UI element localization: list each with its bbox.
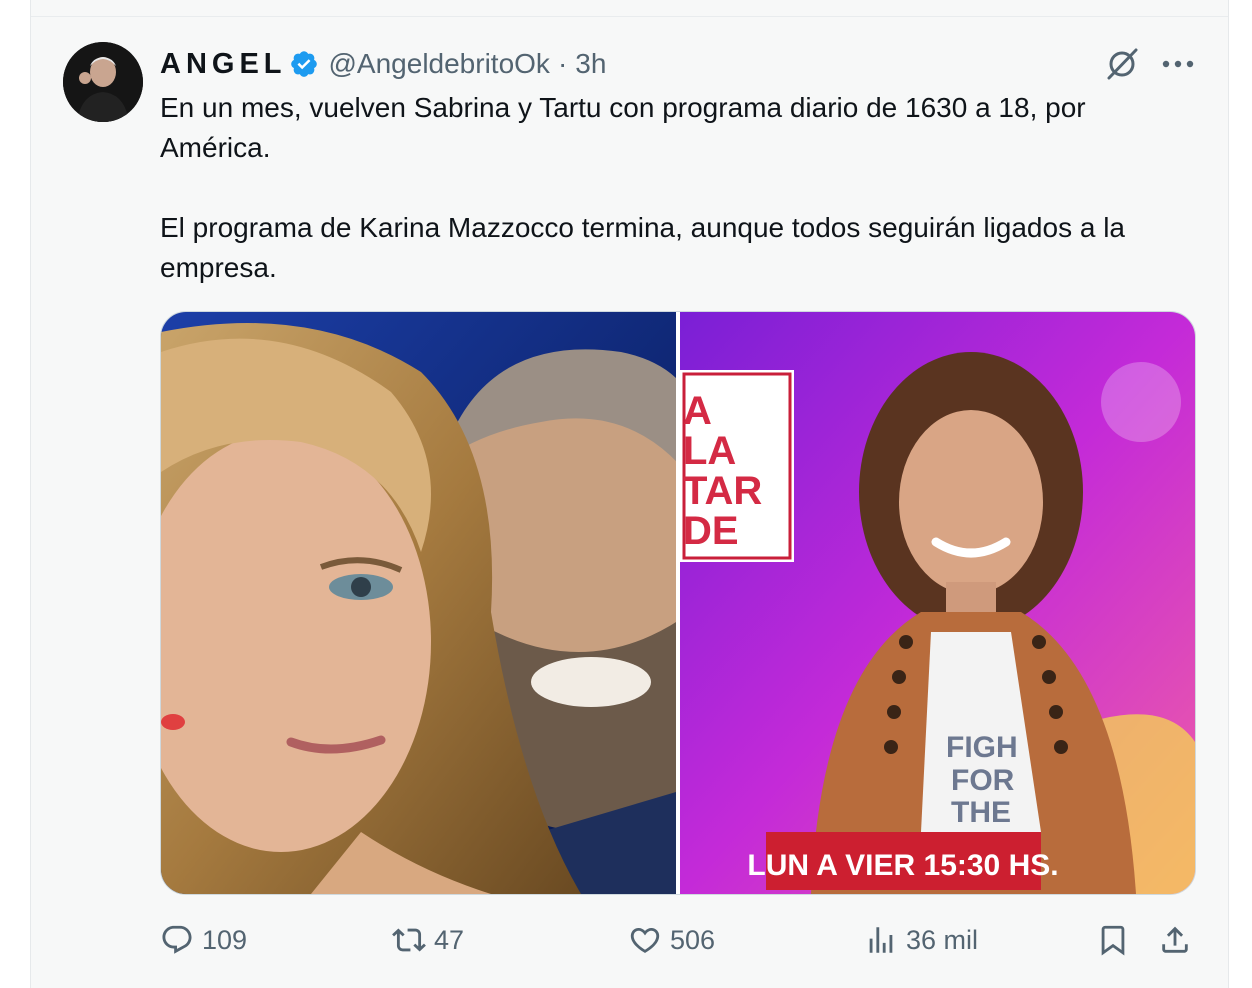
divider: [31, 16, 1228, 17]
views-button[interactable]: 36 mil: [864, 918, 978, 962]
tweet-text: En un mes, vuelven Sabrina y Tartu con p…: [160, 88, 1200, 328]
avatar-image: [63, 42, 143, 122]
reply-button[interactable]: 109: [160, 918, 247, 962]
views-icon: [869, 927, 893, 953]
avatar[interactable]: [63, 42, 143, 122]
shirt-line: THE: [951, 796, 1011, 829]
author-name[interactable]: ANGEL: [160, 48, 287, 81]
grok-button[interactable]: [1100, 44, 1144, 84]
timestamp[interactable]: 3h: [575, 48, 606, 80]
separator-dot: ·: [557, 48, 568, 79]
bookmark-icon: [1101, 925, 1125, 956]
reply-count: 109: [202, 924, 248, 955]
schedule-banner: LUN A VIER 15:30 HS.: [747, 849, 1058, 882]
repost-count: 47: [434, 924, 465, 955]
more-options-button[interactable]: [1156, 44, 1200, 84]
repost-icon: [392, 928, 426, 952]
repost-button[interactable]: 47: [392, 918, 464, 962]
tweet-paragraph: El programa de Karina Mazzocco termina, …: [160, 212, 1126, 283]
logo-line: TAR: [683, 469, 762, 513]
verified-badge-icon: [290, 51, 317, 77]
like-button[interactable]: 506: [628, 918, 715, 962]
tweet-media[interactable]: A LA TAR DE FIGH FOR THE LUN A VIER 15:3…: [160, 311, 1196, 895]
logo-line: DE: [683, 509, 739, 553]
like-count: 506: [670, 924, 716, 955]
more-options-icon: [1162, 60, 1194, 68]
tweet-paragraph: En un mes, vuelven Sabrina y Tartu con p…: [160, 92, 1086, 163]
reply-icon: [162, 925, 192, 954]
logo-line: A: [683, 389, 712, 433]
shirt-line: FIGH: [946, 731, 1018, 764]
heart-icon: [630, 927, 660, 953]
karina-mazzocco-photo: A LA TAR DE FIGH FOR THE LUN A VIER 15:3…: [680, 312, 1195, 894]
share-button[interactable]: [1158, 918, 1192, 962]
bookmark-button[interactable]: [1096, 918, 1130, 962]
views-count: 36 mil: [906, 924, 979, 955]
grok-icon: [1107, 48, 1138, 80]
action-bar: 109 47 506 36 mil: [160, 918, 1200, 962]
author-handle[interactable]: @AngeldebritoOk: [329, 48, 550, 80]
tweet-header: ANGEL @AngeldebritoOk · 3h: [160, 44, 606, 84]
shirt-line: FOR: [951, 764, 1015, 797]
logo-line: LA: [683, 429, 736, 473]
media-image: A LA TAR DE FIGH FOR THE LUN A VIER 15:3…: [161, 312, 1195, 894]
share-icon: [1162, 926, 1188, 953]
sabrina-and-tartu-photo: [161, 312, 731, 894]
